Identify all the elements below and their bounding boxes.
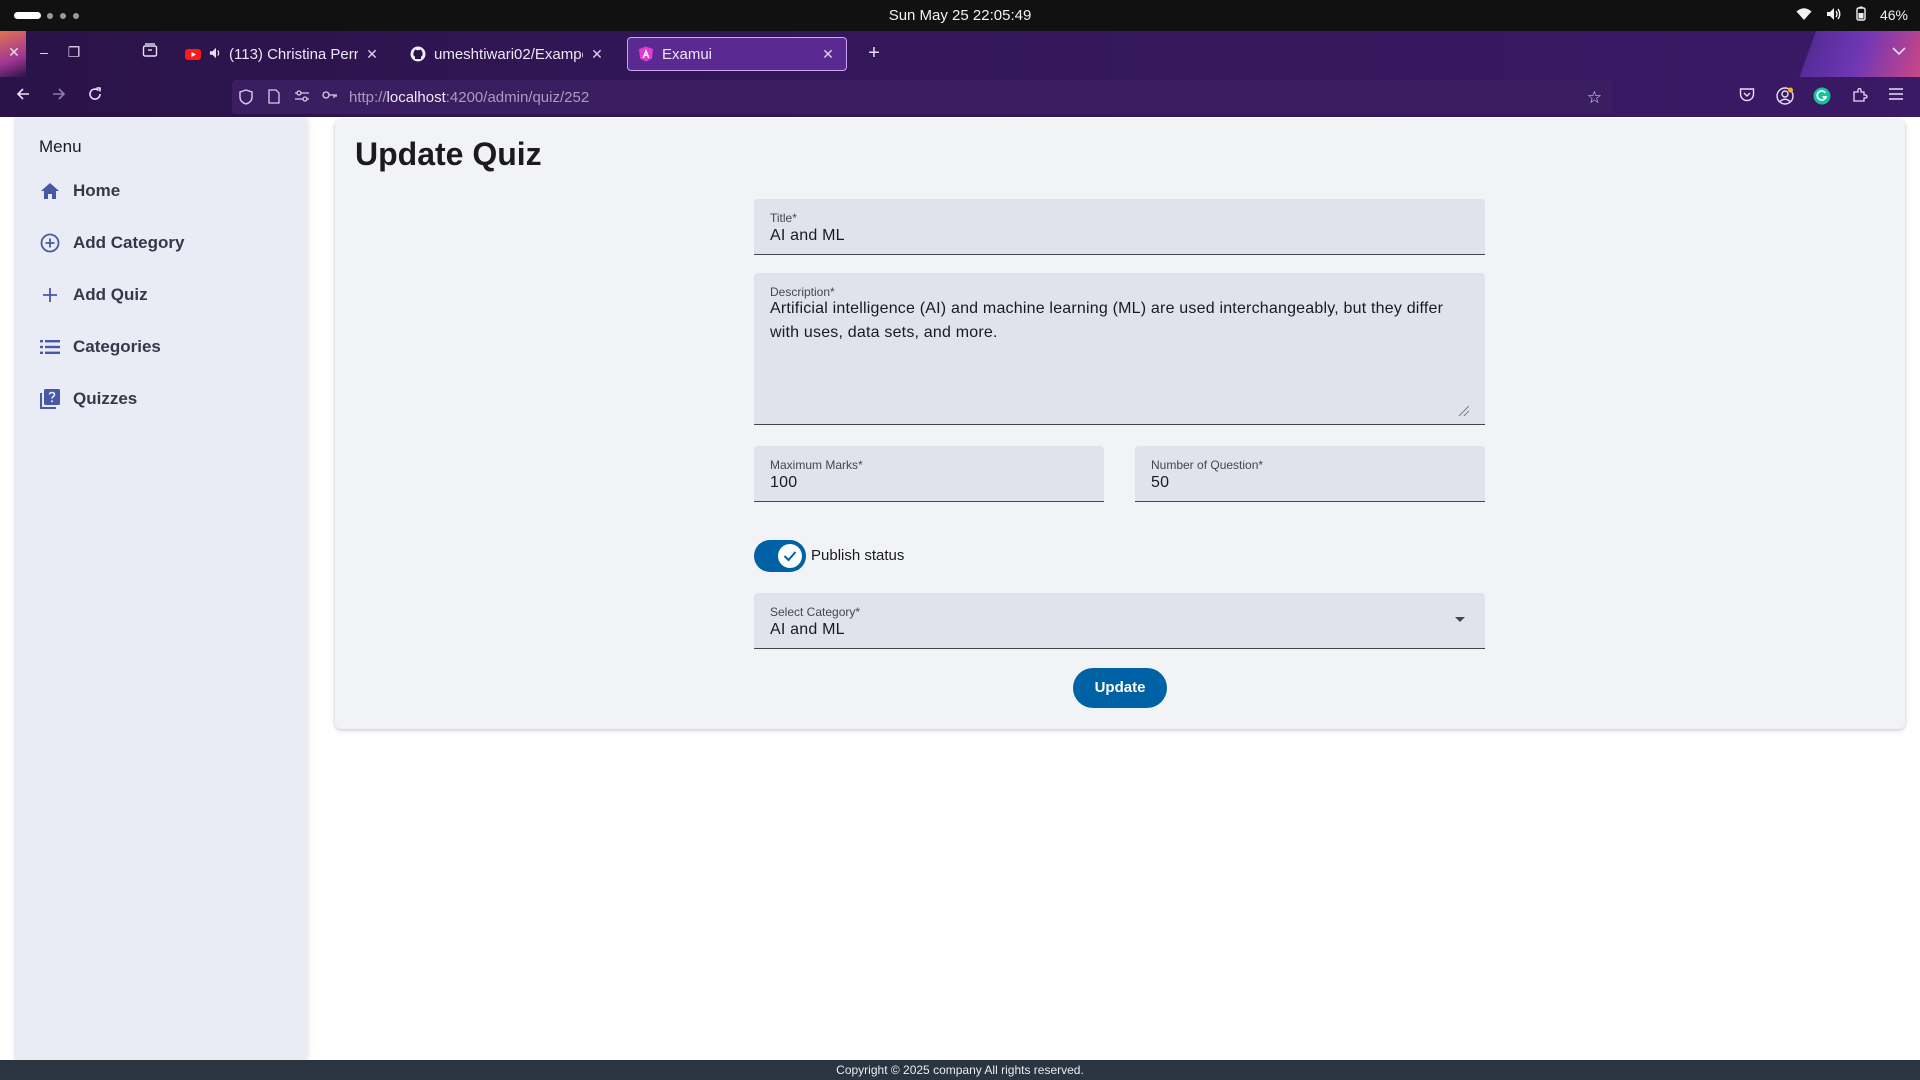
number-of-question-value[interactable]: 50 xyxy=(1151,474,1169,492)
os-top-bar: Sun May 25 22:05:49 46% xyxy=(0,0,1920,31)
forward-arrow-icon[interactable] xyxy=(48,86,70,108)
battery-percentage: 46% xyxy=(1879,7,1908,23)
sidebar-item-label: Categories xyxy=(73,337,161,356)
number-of-question-field[interactable]: Number of Question* 50 xyxy=(1135,446,1485,502)
os-clock[interactable]: Sun May 25 22:05:49 xyxy=(0,7,1920,24)
plus-icon xyxy=(39,284,61,306)
update-button[interactable]: Update xyxy=(1073,668,1167,708)
menu-title: Menu xyxy=(39,137,82,156)
url-host: localhost xyxy=(386,89,446,106)
back-arrow-icon[interactable] xyxy=(12,86,34,108)
youtube-icon xyxy=(185,46,201,62)
sidebar-item-label: Add Quiz xyxy=(73,285,148,304)
sidebar-item-categories[interactable]: Categories xyxy=(39,332,161,362)
tab-youtube[interactable]: (113) Christina Perri - A ✕ xyxy=(175,37,390,71)
maximum-marks-value[interactable]: 100 xyxy=(770,474,797,492)
home-icon xyxy=(39,180,61,202)
url-text[interactable]: http://localhost:4200/admin/quiz/252 xyxy=(349,89,589,106)
browser-chrome: ✕ – ❐ (113) Christina Perri - A ✕ umesht… xyxy=(0,31,1920,117)
bookmark-star-icon[interactable]: ☆ xyxy=(1587,88,1602,108)
grammarly-icon[interactable] xyxy=(1812,87,1832,107)
account-icon[interactable] xyxy=(1775,87,1795,107)
description-field[interactable]: Description* Artificial intelligence (AI… xyxy=(754,273,1485,425)
toggle-knob xyxy=(778,544,802,568)
tracking-shield-icon[interactable] xyxy=(238,89,254,105)
audio-playing-icon[interactable] xyxy=(209,46,223,62)
select-category-dropdown[interactable]: Select Category* AI and ML xyxy=(754,593,1485,649)
tab-strip: ✕ – ❐ (113) Christina Perri - A ✕ umesht… xyxy=(0,31,1920,77)
title-field-label: Title* xyxy=(770,211,797,225)
tab-examui[interactable]: Examui ✕ xyxy=(627,37,847,71)
tab-close-icon[interactable]: ✕ xyxy=(820,46,836,63)
title-field[interactable]: Title* AI and ML xyxy=(754,199,1485,255)
angular-icon xyxy=(638,46,654,62)
window-minimize-icon[interactable]: – xyxy=(34,42,54,62)
sidebar-item-label: Quizzes xyxy=(73,389,138,408)
footer: Copyright © 2025 company All rights rese… xyxy=(0,1060,1920,1080)
tab-github[interactable]: umeshtiwari02/Examport ✕ xyxy=(400,37,615,71)
system-status-area[interactable]: 46% xyxy=(1796,6,1908,24)
wifi-icon xyxy=(1796,7,1812,24)
select-category-label: Select Category* xyxy=(770,605,861,619)
volume-icon xyxy=(1826,7,1842,24)
tab-close-icon[interactable]: ✕ xyxy=(589,46,605,63)
new-tab-icon[interactable]: + xyxy=(862,42,886,66)
window-close-icon[interactable]: ✕ xyxy=(4,42,24,62)
publish-status-label[interactable]: Publish status xyxy=(811,547,904,564)
key-icon[interactable] xyxy=(322,89,338,105)
github-icon xyxy=(410,46,426,62)
tab-label: umeshtiwari02/Examport xyxy=(434,45,583,63)
page-info-icon[interactable] xyxy=(266,89,282,105)
copyright-text: Copyright © 2025 company All rights rese… xyxy=(836,1063,1084,1077)
resize-handle-icon[interactable] xyxy=(1459,406,1469,416)
address-bar[interactable]: http://localhost:4200/admin/quiz/252 ☆ xyxy=(232,80,1612,114)
number-of-question-label: Number of Question* xyxy=(1151,458,1264,472)
sidebar-item-label: Add Category xyxy=(73,233,185,252)
add-circle-icon xyxy=(39,232,61,254)
select-category-value[interactable]: AI and ML xyxy=(770,621,845,639)
list-icon xyxy=(39,336,61,358)
quiz-icon xyxy=(39,388,61,410)
sidebar-item-home[interactable]: Home xyxy=(39,176,120,206)
title-input-value[interactable]: AI and ML xyxy=(770,227,845,245)
tab-label: (113) Christina Perri - A xyxy=(229,45,358,63)
window-restore-icon[interactable]: ❐ xyxy=(64,42,84,62)
page-title: Update Quiz xyxy=(355,136,542,172)
app-sidebar: Menu Home Add Category Add Quiz Categori… xyxy=(14,118,306,1060)
extensions-icon[interactable] xyxy=(1850,87,1870,107)
pocket-icon[interactable] xyxy=(1737,87,1757,107)
maximum-marks-field[interactable]: Maximum Marks* 100 xyxy=(754,446,1104,502)
tab-groups-icon[interactable] xyxy=(140,42,160,62)
navigation-toolbar: http://localhost:4200/admin/quiz/252 ☆ xyxy=(0,77,1920,117)
list-all-tabs-icon[interactable] xyxy=(1892,43,1906,59)
sidebar-item-quizzes[interactable]: Quizzes xyxy=(39,384,137,414)
battery-icon xyxy=(1856,6,1866,24)
tab-label: Examui xyxy=(662,45,713,63)
description-textarea-value[interactable]: Artificial intelligence (AI) and machine… xyxy=(770,297,1470,345)
update-quiz-card: Update Quiz Title* AI and ML Description… xyxy=(335,120,1905,729)
publish-status-toggle[interactable] xyxy=(754,540,806,572)
sidebar-item-add-quiz[interactable]: Add Quiz xyxy=(39,280,148,310)
maximum-marks-label: Maximum Marks* xyxy=(770,458,863,472)
url-scheme: http:// xyxy=(349,89,387,106)
dropdown-arrow-icon[interactable] xyxy=(1455,617,1465,622)
url-path: :4200/admin/quiz/252 xyxy=(445,89,590,106)
sidebar-item-add-category[interactable]: Add Category xyxy=(39,228,184,258)
reload-icon[interactable] xyxy=(84,86,106,108)
tab-close-icon[interactable]: ✕ xyxy=(364,46,380,63)
check-icon xyxy=(783,551,797,562)
sidebar-item-label: Home xyxy=(73,181,121,200)
permissions-icon[interactable] xyxy=(294,89,310,105)
hamburger-menu-icon[interactable] xyxy=(1886,87,1906,107)
